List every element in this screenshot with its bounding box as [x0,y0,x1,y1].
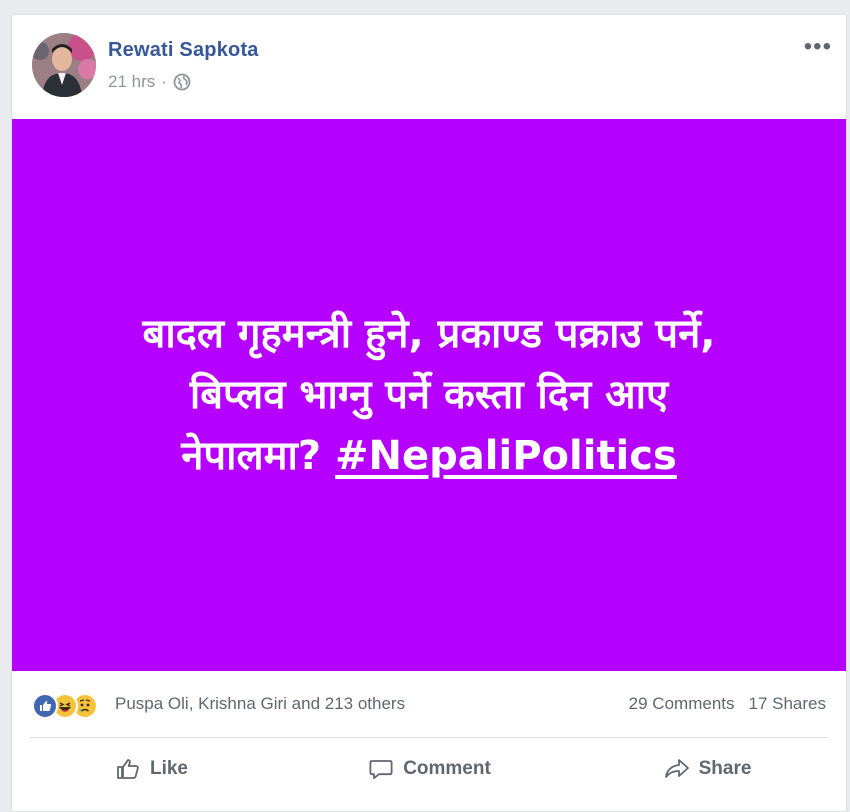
reaction-icons[interactable] [32,693,98,719]
engagement-counts: 29 Comments 17 Shares [629,694,826,714]
hashtag-link[interactable]: #NepaliPolitics [335,433,677,479]
like-button[interactable]: Like [12,738,290,800]
action-bar: Like Comment Share [12,738,846,800]
post-background: बादल गृहमन्त्री हुने, प्रकाण्ड पक्राउ पर… [12,119,846,671]
post-time[interactable]: 21 hrs [108,72,155,92]
thumbs-up-icon [117,759,139,779]
reactions-bar: Puspa Oli, Krishna Giri and 213 others 2… [12,671,846,737]
post-text-line-3: नेपालमा? #NepaliPolitics [59,426,799,487]
like-label: Like [149,758,189,779]
post-text-line-1: बादल गृहमन्त्री हुने, प्रकाण्ड पक्राउ पर… [142,310,716,357]
post-text-line-2: बिप्लव भाग्नु पर्ने कस्ता दिन आए [189,371,669,418]
author-name[interactable]: Rewati Sapkota [108,39,259,62]
avatar-photo [32,33,96,97]
comment-button[interactable]: Comment [290,738,568,800]
meta-separator: · [161,72,167,91]
comment-icon [369,760,393,780]
comment-label: Comment [403,758,491,779]
share-button[interactable]: Share [568,738,846,800]
share-label: Share [698,758,752,779]
post-text-line-3-text: नेपालमा? [181,432,322,479]
reaction-names[interactable]: Puspa Oli, Krishna Giri and 213 others [115,694,405,714]
post-text: बादल गृहमन्त्री हुने, प्रकाण्ड पक्राउ पर… [59,304,799,487]
like-icon [32,693,58,719]
post-meta: 21 hrs · [108,72,191,92]
globe-icon[interactable] [173,73,191,91]
avatar[interactable] [32,33,96,97]
comments-count[interactable]: 29 Comments [629,694,735,714]
more-options-icon[interactable]: ••• [804,35,832,59]
post-card: Rewati Sapkota 21 hrs · ••• बादल गृहमन्त… [11,14,847,812]
shares-count[interactable]: 17 Shares [749,694,827,714]
share-arrow-icon [664,759,689,778]
post-header: Rewati Sapkota 21 hrs · ••• [12,15,846,119]
